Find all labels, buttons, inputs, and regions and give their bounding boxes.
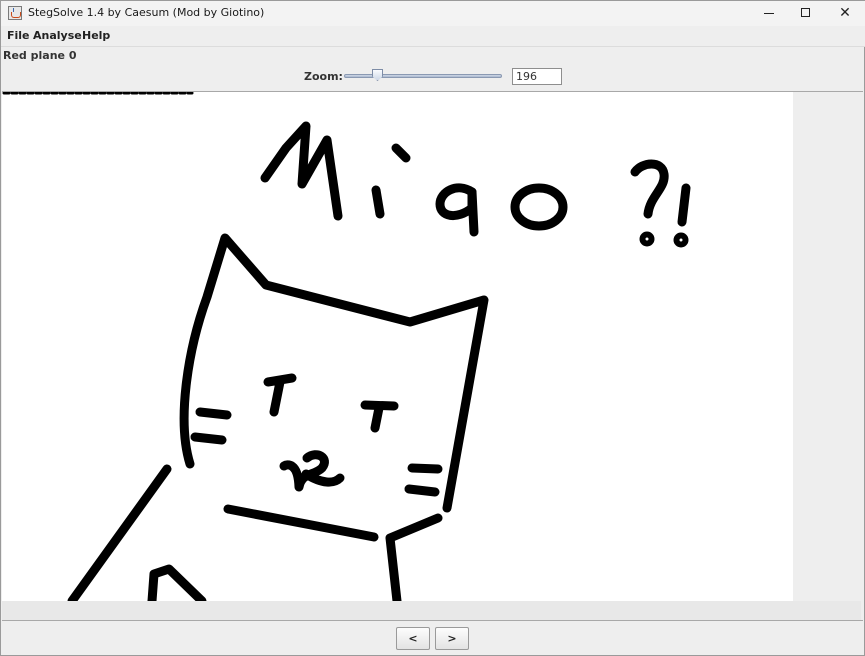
image-viewport[interactable]	[2, 91, 863, 621]
maximize-button[interactable]	[787, 1, 825, 26]
window-title: StegSolve 1.4 by Caesum (Mod by Giotino)	[28, 6, 265, 19]
prev-plane-button[interactable]: <	[396, 627, 430, 650]
zoom-label: Zoom:	[304, 70, 343, 83]
close-button[interactable]: ✕	[826, 1, 864, 26]
menu-file[interactable]: File	[7, 29, 30, 42]
horizontal-scrollbar[interactable]	[2, 601, 861, 620]
zoom-slider-thumb[interactable]	[372, 69, 383, 81]
stegsolve-window: StegSolve 1.4 by Caesum (Mod by Giotino)…	[0, 0, 865, 656]
cat-drawing-image	[2, 92, 691, 601]
plane-label: Red plane 0	[3, 49, 77, 62]
menu-bar: File Analyse Help	[1, 26, 865, 47]
next-plane-button[interactable]: >	[435, 627, 469, 650]
maximize-icon	[801, 8, 810, 17]
zoom-slider-track[interactable]	[344, 74, 502, 78]
vertical-scroll-area[interactable]	[793, 92, 861, 601]
title-bar: StegSolve 1.4 by Caesum (Mod by Giotino)…	[1, 1, 865, 26]
zoom-slider[interactable]	[344, 68, 502, 84]
image-canvas	[2, 92, 793, 601]
minimize-icon	[764, 13, 774, 14]
menu-help[interactable]: Help	[82, 29, 110, 42]
zoom-input[interactable]: 196	[512, 68, 562, 85]
minimize-button[interactable]	[750, 1, 788, 26]
java-app-icon	[8, 6, 22, 20]
close-icon: ✕	[839, 5, 851, 21]
menu-analyse[interactable]: Analyse	[33, 29, 82, 42]
